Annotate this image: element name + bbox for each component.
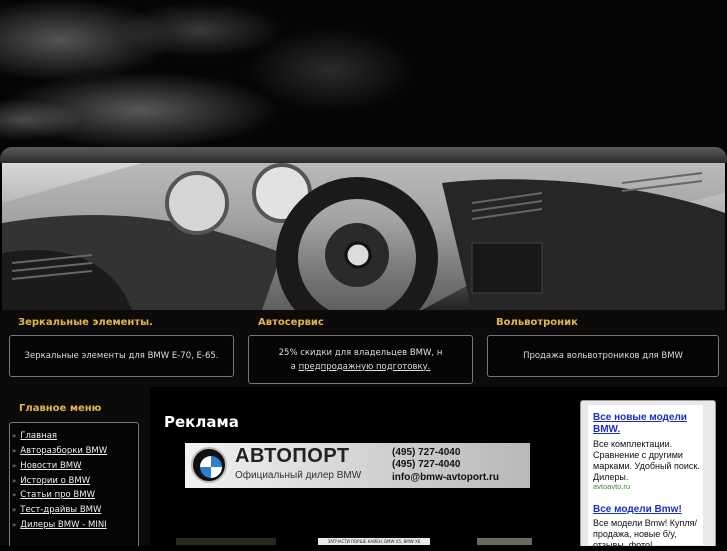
- page-title: Реклама: [164, 413, 239, 431]
- menu-item-home[interactable]: » Главная: [12, 431, 57, 441]
- menu-item-dealers[interactable]: » Дилеры BMW - MINI: [12, 520, 107, 530]
- bullet-icon: »: [12, 462, 17, 470]
- menu-item-label: Дилеры BMW - MINI: [20, 520, 107, 530]
- bullet-icon: »: [12, 491, 17, 499]
- menu-item-stories[interactable]: » Истории о BMW: [12, 476, 90, 486]
- ad-phone-1: (495) 727-4040: [392, 447, 461, 458]
- menu-item-label: Статьи про BMW: [20, 490, 96, 500]
- ad-subtitle: Официальный дилер BMW: [235, 470, 362, 481]
- feature-box-mirror: Зеркальные элементы для BMW E-70, E-65.: [9, 335, 234, 377]
- feature-box-service: 25% скидки для владельцев BMW, н а предп…: [248, 335, 473, 384]
- menu-item-label: Главная: [20, 431, 58, 441]
- main-menu-title: Главное меню: [19, 403, 102, 414]
- presale-prep-link[interactable]: предпродажную подготовку.: [299, 362, 431, 372]
- thumbnail-caption: ЗАПЧАСТИ ПОРШЕ КАЙЕН, BMW X5, BMW X6: [327, 539, 421, 544]
- feature-title-volvotronic: Вольвотроник: [496, 317, 578, 328]
- feature-text-service: 25% скидки для владельцев BMW, н: [278, 347, 443, 358]
- sidebar-ad-text: Все комплектации. Сравнение с другими ма…: [593, 439, 700, 482]
- banner-frame: [0, 147, 727, 163]
- sidebar-ad-url[interactable]: avtoavto.ru: [593, 482, 630, 491]
- feature-text-mirror: Зеркальные элементы для BMW E-70, E-65.: [24, 351, 219, 361]
- ad-email: info@bmw-avtoport.ru: [392, 472, 499, 483]
- bmw-logo-icon: [191, 447, 227, 483]
- sidebar-ad-text: Все модели Bmw! Купля/продажа, новые б/у…: [593, 518, 697, 550]
- feature-title-mirror: Зеркальные элементы.: [18, 317, 153, 328]
- menu-item-test-drives[interactable]: » Тест-драйвы BMW: [12, 505, 101, 515]
- menu-item-label: Новости BMW: [20, 461, 82, 471]
- avtoport-ad-banner[interactable]: АВТОПОРТ Официальный дилер BMW (495) 727…: [185, 443, 530, 488]
- feature-text-service-cont: а: [290, 361, 299, 372]
- header-sky-image: [0, 0, 727, 150]
- thumbnail-image[interactable]: [176, 538, 276, 545]
- menu-item-disassembly[interactable]: » Авторазборки BMW: [12, 446, 107, 456]
- thumbnail-parts-ad[interactable]: ЗАПЧАСТИ ПОРШЕ КАЙЕН, BMW X5, BMW X6: [318, 538, 430, 545]
- sidebar-ad-title[interactable]: Все модели Bmw!: [593, 504, 701, 516]
- menu-item-articles[interactable]: » Статьи про BMW: [12, 490, 95, 500]
- sidebar-ad-title[interactable]: Все новые модели BMW.: [593, 412, 701, 436]
- bullet-icon: »: [12, 506, 17, 514]
- menu-item-label: Авторазборки BMW: [20, 446, 108, 456]
- feature-text-volvotronic: Продажа вольвотроников для BMW: [523, 351, 683, 361]
- ad-phone-2: (495) 727-4040: [392, 459, 461, 470]
- menu-item-label: Тест-драйвы BMW: [20, 505, 102, 515]
- menu-item-label: Истории о BMW: [20, 476, 91, 486]
- bullet-icon: »: [12, 477, 17, 485]
- header-car-interior-image: [2, 163, 725, 310]
- bullet-icon: »: [12, 521, 17, 529]
- menu-item-news[interactable]: » Новости BMW: [12, 461, 82, 471]
- feature-box-volvotronic: Продажа вольвотроников для BMW: [487, 335, 719, 377]
- thumbnail-image[interactable]: [477, 538, 532, 545]
- feature-title-service: Автосервис: [258, 317, 324, 328]
- bullet-icon: »: [12, 447, 17, 455]
- ad-brand: АВТОПОРТ: [235, 445, 350, 467]
- bullet-icon: »: [12, 432, 17, 440]
